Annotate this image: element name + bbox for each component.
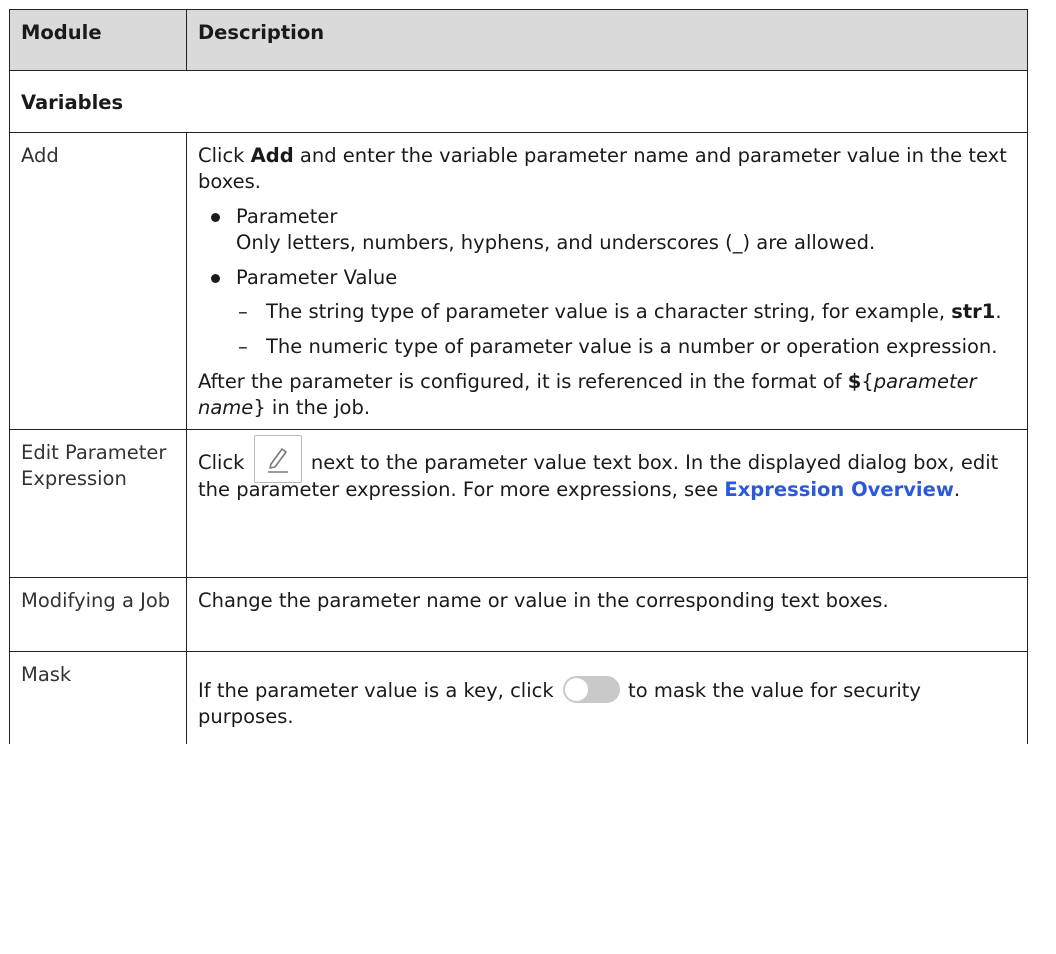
list-item: Parameter Value – The string type of para… (198, 265, 1017, 360)
toggle-knob (564, 678, 588, 701)
list-item: – The numeric type of parameter value is … (238, 335, 998, 358)
add-intro: Click Add and enter the variable paramet… (198, 144, 1007, 193)
table-row: Edit Parameter Expression Click next to … (9, 429, 1028, 578)
reference-format-text: After the parameter is configured, it is… (198, 370, 977, 419)
dash-icon: – (238, 300, 248, 323)
description-cell: If the parameter value is a key, click t… (186, 651, 1028, 744)
table-row: Add Click Add and enter the variable par… (9, 132, 1028, 430)
list-item: Parameter Only letters, numbers, hyphens… (198, 204, 1017, 256)
bullet-icon (211, 274, 220, 283)
table-header-row: Module Description (9, 9, 1028, 71)
list-item: – The string type of parameter value is a… (238, 300, 1002, 323)
description-cell: Change the parameter name or value in th… (186, 577, 1028, 652)
bullet-icon (211, 213, 220, 222)
toggle-switch-icon (562, 676, 620, 703)
module-cell: Modifying a Job (9, 577, 187, 652)
description-cell: Click Add and enter the variable paramet… (186, 132, 1028, 430)
header-description: Description (186, 9, 1028, 71)
edit-description: Click next to the parameter value text b… (198, 434, 1017, 503)
section-title: Variables (9, 70, 1028, 133)
dash-icon: – (238, 335, 248, 358)
table-row: Mask If the parameter value is a key, cl… (9, 651, 1028, 744)
module-cell: Edit Parameter Expression (9, 429, 187, 578)
parameters-table: Module Description Variables Add Click A… (9, 9, 1028, 744)
dash-list: – The string type of parameter value is a… (236, 299, 1017, 360)
bullet-list: Parameter Only letters, numbers, hyphens… (198, 204, 1017, 360)
module-cell: Add (9, 132, 187, 430)
clipped-text-fragment (0, 0, 1056, 9)
section-row: Variables (9, 70, 1028, 133)
description-cell: Click next to the parameter value text b… (186, 429, 1028, 578)
header-module: Module (9, 9, 187, 71)
table-row: Modifying a Job Change the parameter nam… (9, 577, 1028, 652)
module-cell: Mask (9, 651, 187, 744)
mask-description: If the parameter value is a key, click t… (198, 676, 1017, 730)
edit-pencil-icon (253, 434, 302, 483)
expression-overview-link[interactable]: Expression Overview (724, 478, 953, 501)
